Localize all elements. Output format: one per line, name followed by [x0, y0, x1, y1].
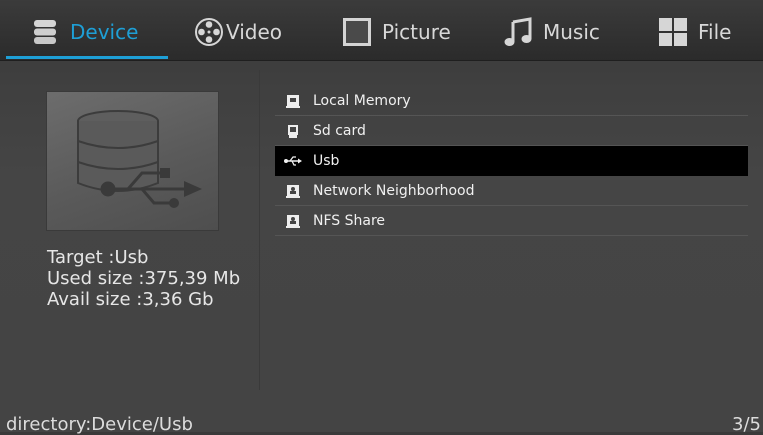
list-item-sd-card[interactable]: Sd card [275, 116, 748, 146]
tab-label: File [698, 20, 732, 44]
list-item-usb[interactable]: Usb [275, 146, 748, 176]
picture-frame-icon [342, 17, 372, 47]
top-tab-bar: Device Video Picture Music File [0, 0, 763, 61]
music-note-icon [503, 17, 533, 47]
sd-card-icon [281, 124, 305, 138]
memory-icon [281, 94, 305, 108]
list-item-local-memory[interactable]: Local Memory [275, 86, 748, 116]
status-bar: directory:Device/Usb 3/5 [0, 410, 763, 435]
tab-label: Music [543, 20, 600, 44]
target-label: Target :Usb [47, 247, 149, 268]
panel-divider [259, 70, 260, 390]
tab-picture[interactable]: Picture [342, 10, 451, 54]
tab-label: Device [70, 20, 139, 44]
list-item-label: Local Memory [313, 92, 411, 109]
device-list: Local Memory Sd card Usb Network Neighbo… [275, 86, 748, 236]
device-info-panel: Target :Usb Used size :375,39 Mb Avail s… [0, 61, 258, 393]
list-item-label: Sd card [313, 122, 366, 139]
avail-size-label: Avail size :3,36 Gb [47, 289, 214, 310]
tab-video[interactable]: Video [194, 10, 282, 54]
network-icon [281, 184, 305, 198]
list-item-nfs-share[interactable]: NFS Share [275, 206, 748, 236]
usb-storage-icon [46, 91, 219, 231]
grid-icon [658, 17, 688, 47]
active-tab-indicator [6, 56, 168, 59]
tab-label: Picture [382, 20, 451, 44]
device-details: Target :Usb Used size :375,39 Mb Avail s… [47, 247, 257, 310]
tab-device[interactable]: Device [30, 10, 138, 54]
tab-label: Video [226, 20, 283, 44]
used-size-label: Used size :375,39 Mb [47, 268, 241, 289]
list-item-label: Usb [313, 152, 340, 169]
nfs-icon [281, 214, 305, 228]
database-icon [30, 17, 60, 47]
list-item-label: Network Neighborhood [313, 182, 475, 199]
tab-music[interactable]: Music [503, 10, 600, 54]
list-item-network-neighborhood[interactable]: Network Neighborhood [275, 176, 748, 206]
tab-file[interactable]: File [658, 10, 731, 54]
film-reel-icon [194, 17, 224, 47]
usb-icon [281, 155, 305, 167]
list-item-label: NFS Share [313, 212, 386, 229]
